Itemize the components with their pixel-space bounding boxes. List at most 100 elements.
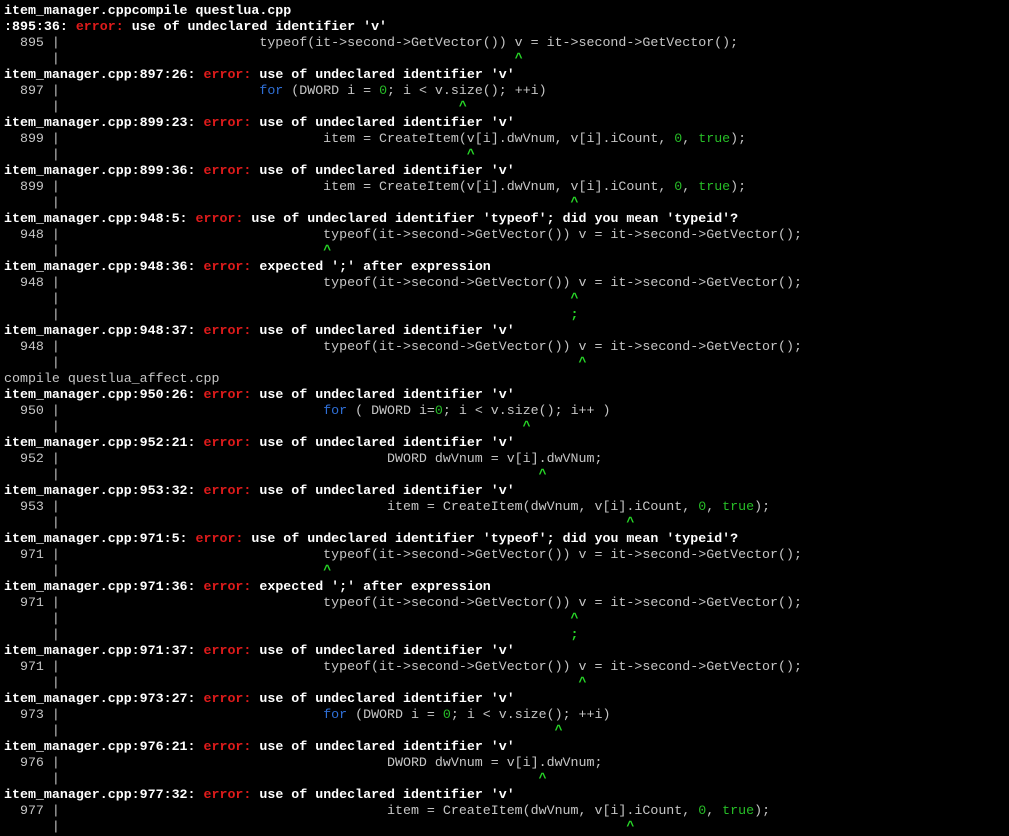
terminal-line: 950 | for ( DWORD i=0; i < v.size(); i++… (4, 403, 1009, 419)
terminal-output[interactable]: item_manager.cppcompile questlua.cpp:895… (0, 0, 1009, 836)
caret-marker: ^ (626, 819, 635, 834)
terminal-line: :895:36: error: use of undeclared identi… (4, 19, 1009, 35)
caret-marker: ^ (458, 99, 467, 114)
terminal-text: ); (754, 803, 771, 818)
terminal-text: ; i < v.size(); i++ ) (442, 403, 611, 418)
terminal-text: | (4, 51, 515, 66)
terminal-text: , (706, 499, 723, 514)
terminal-line: | ^ (4, 195, 1009, 211)
terminal-line: | ^ (4, 419, 1009, 435)
terminal-line: item_manager.cpp:897:26: error: use of u… (4, 67, 1009, 83)
caret-marker: ^ (570, 291, 579, 306)
terminal-line: 948 | typeof(it->second->GetVector()) v … (4, 275, 1009, 291)
terminal-line: item_manager.cpp:948:36: error: expected… (4, 259, 1009, 275)
diagnostic-location: item_manager.cpp:953:32: (4, 483, 204, 498)
terminal-line: 971 | typeof(it->second->GetVector()) v … (4, 659, 1009, 675)
terminal-line: | ^ (4, 243, 1009, 259)
caret-marker: ^ (554, 723, 563, 738)
caret-marker: ^ (570, 611, 579, 626)
literal-token: 0 (698, 803, 707, 818)
diagnostic-location: use of undeclared identifier 'v' (251, 435, 515, 450)
diagnostic-location: item_manager.cpp:971:36: (4, 579, 204, 594)
diagnostic-location: use of undeclared identifier 'typeof'; d… (243, 531, 739, 546)
terminal-line: item_manager.cpp:953:32: error: use of u… (4, 483, 1009, 499)
caret-marker: ^ (323, 563, 332, 578)
terminal-line: | ^ (4, 515, 1009, 531)
terminal-text: | (4, 771, 539, 786)
error-label: error: (203, 259, 252, 274)
terminal-line: 971 | typeof(it->second->GetVector()) v … (4, 547, 1009, 563)
diagnostic-location: use of undeclared identifier 'v' (251, 691, 515, 706)
terminal-line: | ^ (4, 51, 1009, 67)
terminal-text: 895 | typeof(it->second->GetVector()) v … (4, 35, 739, 50)
terminal-text: 971 | typeof(it->second->GetVector()) v … (4, 659, 802, 674)
diagnostic-location: item_manager.cpp:976:21: (4, 739, 204, 754)
terminal-line: item_manager.cpp:971:37: error: use of u… (4, 643, 1009, 659)
diagnostic-location: item_manager.cpp:950:26: (4, 387, 204, 402)
error-label: error: (203, 323, 252, 338)
terminal-text: , (682, 179, 699, 194)
terminal-line: item_manager.cpp:948:5: error: use of un… (4, 211, 1009, 227)
error-label: error: (195, 211, 244, 226)
terminal-line: item_manager.cpp:976:21: error: use of u… (4, 739, 1009, 755)
terminal-text: 977 | item = CreateItem(dwVnum, v[i].iCo… (4, 803, 699, 818)
terminal-line: item_manager.cpp:952:21: error: use of u… (4, 435, 1009, 451)
terminal-line: 973 | for (DWORD i = 0; i < v.size(); ++… (4, 707, 1009, 723)
terminal-text: (DWORD i = (283, 83, 380, 98)
diagnostic-location: use of undeclared identifier 'v' (251, 483, 515, 498)
terminal-line: item_manager.cpp:950:26: error: use of u… (4, 387, 1009, 403)
keyword-token: for (259, 83, 284, 98)
keyword-token: for (323, 707, 348, 722)
terminal-text: | (4, 419, 523, 434)
diagnostic-location: item_manager.cpp:948:37: (4, 323, 204, 338)
terminal-line: | ^ (4, 99, 1009, 115)
terminal-line: | ^ (4, 355, 1009, 371)
diagnostic-location: item_manager.cpp:948:36: (4, 259, 204, 274)
terminal-text: | (4, 99, 459, 114)
terminal-text: | (4, 611, 571, 626)
diagnostic-location: use of undeclared identifier 'v' (251, 739, 515, 754)
terminal-line: item_manager.cpp:899:23: error: use of u… (4, 115, 1009, 131)
terminal-line: 948 | typeof(it->second->GetVector()) v … (4, 339, 1009, 355)
literal-token: 0 (698, 499, 707, 514)
terminal-text: ); (730, 131, 747, 146)
terminal-text: 899 | item = CreateItem(v[i].dwVnum, v[i… (4, 131, 675, 146)
caret-marker: ^ (578, 675, 587, 690)
terminal-text: 948 | typeof(it->second->GetVector()) v … (4, 339, 802, 354)
terminal-text: ); (730, 179, 747, 194)
error-label: error: (203, 579, 252, 594)
terminal-line: item_manager.cpp:973:27: error: use of u… (4, 691, 1009, 707)
diagnostic-location: item_manager.cpp:897:26: (4, 67, 204, 82)
terminal-text: , (706, 803, 723, 818)
caret-marker: ; (570, 307, 579, 322)
caret-marker: ; (570, 627, 579, 642)
caret-marker: ^ (522, 419, 531, 434)
terminal-line: 952 | DWORD dwVnum = v[i].dwVNum; (4, 451, 1009, 467)
terminal-text: | (4, 243, 324, 258)
terminal-text: | (4, 675, 579, 690)
terminal-text: | (4, 563, 324, 578)
diagnostic-location: use of undeclared identifier 'v' (251, 387, 515, 402)
caret-marker: ^ (538, 467, 547, 482)
terminal-line: | ; (4, 307, 1009, 323)
terminal-text: | (4, 723, 555, 738)
terminal-line: 895 | typeof(it->second->GetVector()) v … (4, 35, 1009, 51)
terminal-line: | ^ (4, 291, 1009, 307)
diagnostic-location: use of undeclared identifier 'typeof'; d… (243, 211, 739, 226)
terminal-line: | ^ (4, 611, 1009, 627)
terminal-text: 948 | typeof(it->second->GetVector()) v … (4, 275, 802, 290)
keyword-token: for (323, 403, 348, 418)
diagnostic-location: item_manager.cpp:973:27: (4, 691, 204, 706)
terminal-line: item_manager.cpp:899:36: error: use of u… (4, 163, 1009, 179)
caret-marker: ^ (323, 243, 332, 258)
terminal-text: , (682, 131, 699, 146)
error-label: error: (75, 19, 124, 34)
error-label: error: (203, 387, 252, 402)
terminal-line: item_manager.cpp:971:5: error: use of un… (4, 531, 1009, 547)
terminal-text: | (4, 147, 467, 162)
diagnostic-location: item_manager.cpp:977:32: (4, 787, 204, 802)
literal-token: true (722, 499, 755, 514)
caret-marker: ^ (570, 195, 579, 210)
terminal-line: 948 | typeof(it->second->GetVector()) v … (4, 227, 1009, 243)
terminal-line: 977 | item = CreateItem(dwVnum, v[i].iCo… (4, 803, 1009, 819)
